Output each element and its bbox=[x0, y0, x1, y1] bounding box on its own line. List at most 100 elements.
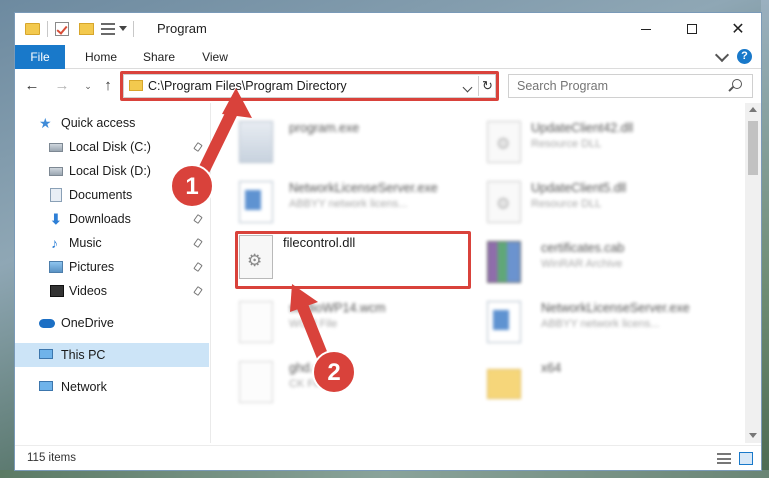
new-folder-icon[interactable] bbox=[79, 23, 94, 35]
tab-view[interactable]: View bbox=[193, 45, 237, 69]
pin-icon bbox=[193, 238, 203, 248]
help-icon[interactable]: ? bbox=[737, 49, 752, 64]
search-input[interactable] bbox=[509, 75, 729, 97]
file-type: Resource DLL bbox=[531, 198, 602, 210]
document-icon bbox=[239, 361, 273, 403]
properties-check-icon[interactable] bbox=[55, 22, 69, 36]
exe-icon bbox=[239, 121, 273, 163]
file-tile[interactable]: NetworkLicenseServer.exe ABBYY network l… bbox=[487, 297, 727, 349]
drive-icon bbox=[49, 143, 63, 152]
scroll-thumb[interactable] bbox=[748, 121, 758, 175]
sidebar-item-local-disk-d[interactable]: Local Disk (D:) bbox=[15, 159, 209, 183]
pin-icon bbox=[193, 214, 203, 224]
file-tile[interactable]: NetworkLicenseServer.exe ABBYY network l… bbox=[239, 177, 479, 229]
sidebar-item-quick-access[interactable]: ★ Quick access bbox=[15, 111, 209, 135]
tab-share[interactable]: Share bbox=[135, 45, 183, 69]
music-icon: ♪ bbox=[51, 235, 58, 251]
file-tile[interactable]: certificates.cab WinRAR Archive bbox=[487, 237, 727, 289]
file-type: ABBYY network licens... bbox=[541, 318, 660, 330]
toolbar-separator bbox=[47, 21, 48, 37]
file-name: ghd.dll bbox=[289, 361, 326, 375]
ribbon-tab-bar: File Home Share View ? bbox=[15, 45, 761, 69]
pin-icon bbox=[193, 286, 203, 296]
minimize-icon bbox=[641, 28, 651, 30]
network-icon bbox=[39, 381, 53, 391]
properties-icon[interactable] bbox=[101, 23, 115, 35]
navigation-pane: ★ Quick access Local Disk (C:) Local Dis… bbox=[15, 103, 211, 443]
large-icons-view-icon[interactable] bbox=[739, 452, 753, 465]
tab-file[interactable]: File bbox=[15, 45, 65, 69]
status-bar: 115 items bbox=[15, 445, 761, 470]
maximize-button[interactable] bbox=[669, 13, 715, 45]
search-box[interactable] bbox=[508, 74, 753, 98]
pin-icon bbox=[193, 190, 203, 200]
sidebar-item-local-disk-c[interactable]: Local Disk (C:) bbox=[15, 135, 209, 159]
dll-icon bbox=[487, 121, 521, 163]
star-icon: ★ bbox=[39, 115, 52, 131]
navigation-bar: ← → ⌄ ↑ C:\Program Files\Program Directo… bbox=[15, 70, 761, 102]
documents-icon bbox=[50, 188, 62, 202]
sidebar-item-music[interactable]: ♪ Music bbox=[15, 231, 209, 255]
file-type: WCM File bbox=[289, 318, 338, 330]
exe-icon bbox=[239, 181, 273, 223]
up-button[interactable]: ↑ bbox=[99, 76, 117, 96]
file-name: x64 bbox=[541, 361, 562, 375]
sidebar-item-pictures[interactable]: Pictures bbox=[15, 255, 209, 279]
pin-icon bbox=[193, 262, 203, 272]
file-tile[interactable]: program.exe bbox=[239, 117, 479, 169]
tab-home[interactable]: Home bbox=[77, 45, 125, 69]
drive-icon bbox=[49, 167, 63, 176]
file-tile[interactable]: UpdateClient5.dll Resource DLL bbox=[487, 177, 727, 229]
file-name: UpdateClient42.dll bbox=[531, 121, 634, 135]
close-button[interactable]: ✕ bbox=[715, 13, 761, 45]
file-explorer-window: Program ✕ File Home Share View ? ← → ⌄ ↑… bbox=[14, 12, 762, 471]
details-view-icon[interactable] bbox=[717, 453, 731, 464]
sidebar-item-network[interactable]: Network bbox=[15, 375, 209, 399]
highlighted-file-tile[interactable] bbox=[235, 231, 471, 289]
sidebar-item-this-pc[interactable]: This PC bbox=[15, 343, 209, 367]
title-bar: Program ✕ bbox=[15, 13, 761, 45]
folder-icon bbox=[487, 369, 521, 399]
desktop-background bbox=[761, 0, 769, 478]
dll-icon bbox=[487, 181, 521, 223]
file-name: certificates.cab bbox=[541, 241, 625, 255]
recent-locations-button[interactable]: ⌄ bbox=[79, 76, 97, 96]
sidebar-item-onedrive[interactable]: OneDrive bbox=[15, 311, 209, 335]
minimize-button[interactable] bbox=[623, 13, 669, 45]
search-icon[interactable] bbox=[732, 79, 742, 89]
file-type: ABBYY network licens... bbox=[289, 198, 408, 210]
sidebar-item-videos[interactable]: Videos bbox=[15, 279, 209, 303]
sidebar-item-documents[interactable]: Documents bbox=[15, 183, 209, 207]
videos-icon bbox=[50, 285, 64, 297]
sidebar-item-label: Network bbox=[61, 380, 107, 394]
sidebar-item-label: Local Disk (D:) bbox=[69, 164, 151, 178]
exe-icon bbox=[487, 301, 521, 343]
scroll-down-icon[interactable] bbox=[749, 433, 757, 438]
sidebar-item-label: Downloads bbox=[69, 212, 131, 226]
file-tile[interactable]: studioWP14.wcm WCM File bbox=[239, 297, 479, 349]
sidebar-item-label: Documents bbox=[69, 188, 133, 202]
cloud-icon bbox=[39, 319, 55, 328]
pin-icon bbox=[193, 142, 203, 152]
customize-quick-access-dropdown-icon[interactable] bbox=[119, 26, 127, 31]
computer-icon bbox=[39, 349, 53, 359]
pictures-icon bbox=[49, 261, 63, 273]
folder-icon bbox=[25, 23, 40, 35]
toolbar-separator bbox=[133, 21, 134, 37]
forward-button[interactable]: → bbox=[53, 76, 71, 96]
file-tile[interactable]: x64 bbox=[487, 357, 727, 409]
expand-ribbon-icon[interactable] bbox=[714, 47, 730, 63]
sidebar-item-label: Pictures bbox=[69, 260, 115, 274]
sidebar-item-label: This PC bbox=[61, 348, 106, 362]
scroll-up-icon[interactable] bbox=[749, 107, 757, 112]
address-bar-highlight bbox=[120, 71, 499, 101]
sidebar-item-downloads[interactable]: ⬇ Downloads bbox=[15, 207, 209, 231]
vertical-scrollbar[interactable] bbox=[745, 103, 761, 443]
file-name: UpdateClient5.dll bbox=[531, 181, 627, 195]
file-tile[interactable]: UpdateClient42.dll Resource DLL bbox=[487, 117, 727, 169]
file-name: studioWP14.wcm bbox=[289, 301, 386, 315]
document-icon bbox=[239, 301, 273, 343]
back-button[interactable]: ← bbox=[23, 76, 41, 96]
file-tile[interactable]: ghd.dll CK File bbox=[239, 357, 479, 409]
desktop-background-bottom bbox=[0, 470, 769, 478]
